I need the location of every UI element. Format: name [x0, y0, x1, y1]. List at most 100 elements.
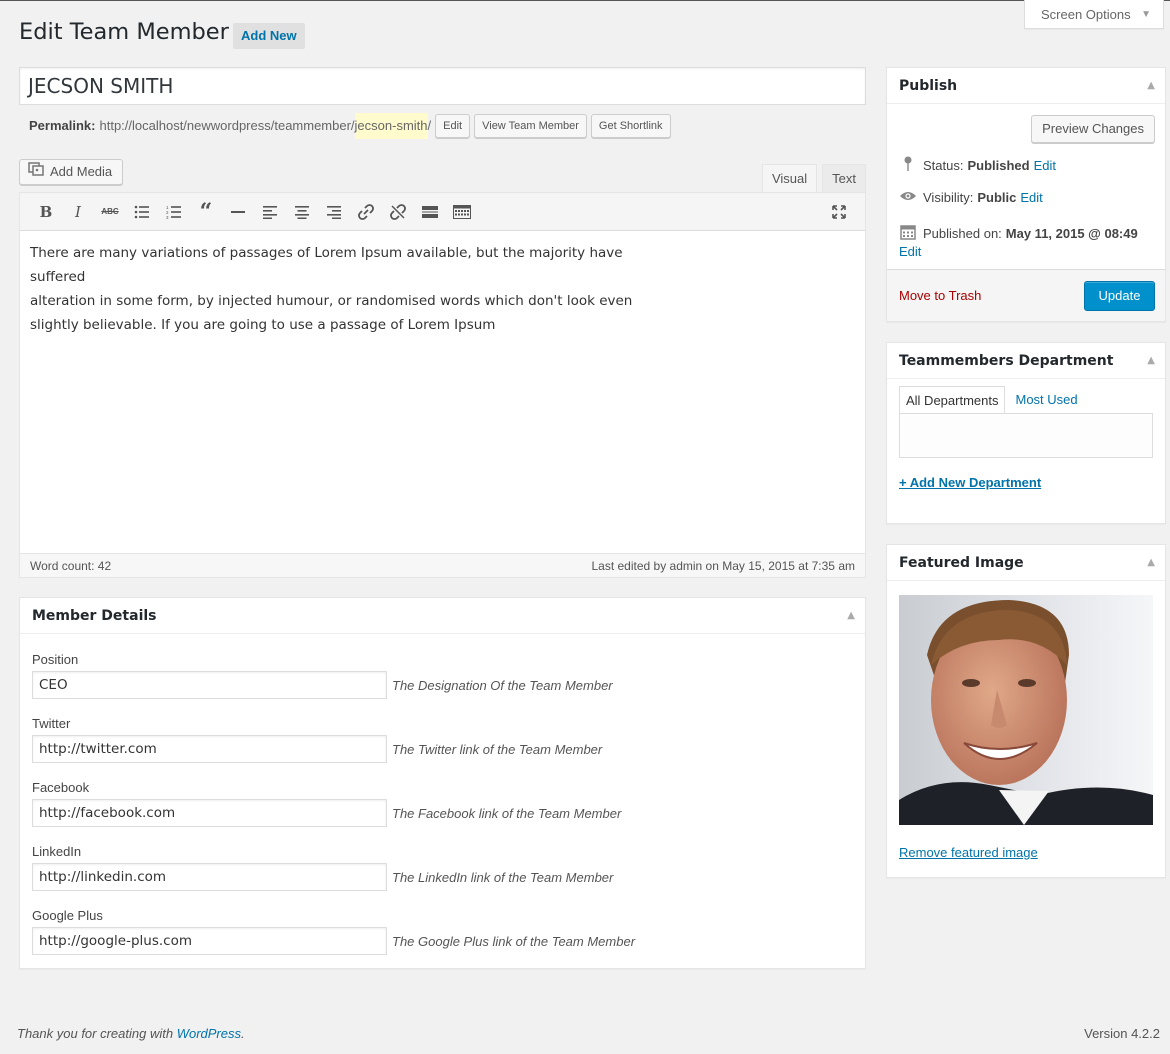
field-label: LinkedIn — [32, 844, 82, 859]
status-value: Published — [967, 158, 1030, 173]
published-edit-link[interactable]: Edit — [899, 244, 921, 259]
add-new-button[interactable]: Add New — [233, 23, 305, 49]
member-details-box: Member Details ▲ Position CEO The Design… — [19, 597, 866, 969]
twitter-input[interactable]: http://twitter.com — [32, 735, 387, 763]
collapse-arrow-icon[interactable]: ▲ — [1147, 343, 1155, 379]
visibility-label: Visibility: — [923, 190, 974, 205]
status-row: Status: Published Edit — [899, 156, 1056, 175]
publish-actions: Move to Trash Update — [887, 269, 1165, 321]
footer-credit: Thank you for creating with WordPress. — [17, 1026, 245, 1041]
field-label: Position — [32, 652, 79, 667]
horizontal-line-icon[interactable] — [222, 198, 254, 226]
published-on-row: Published on: May 11, 2015 @ 08:49 — [899, 224, 1138, 243]
google-plus-input[interactable]: http://google-plus.com — [32, 927, 387, 955]
status-edit-link[interactable]: Edit — [1034, 158, 1056, 173]
add-new-department-link[interactable]: + Add New Department — [899, 475, 1041, 490]
content-line: There are many variations of passages of… — [30, 245, 623, 285]
department-tabs: All Departments Most Used — [899, 386, 1084, 414]
post-title-input[interactable]: JECSON SMITH — [19, 67, 866, 105]
align-left-icon[interactable] — [254, 198, 286, 226]
visibility-value: Public — [977, 190, 1017, 205]
published-label: Published on: — [923, 226, 1002, 241]
eye-icon — [899, 190, 917, 205]
facebook-input[interactable]: http://facebook.com — [32, 799, 387, 827]
wordpress-link[interactable]: WordPress — [177, 1026, 241, 1041]
permalink-row: Permalink: http://localhost/newwordpress… — [29, 113, 671, 139]
collapse-arrow-icon[interactable]: ▲ — [1147, 68, 1155, 104]
featured-image-title: Featured Image — [899, 555, 1024, 571]
fullscreen-icon[interactable] — [823, 198, 855, 226]
permalink-label: Permalink: — [29, 118, 96, 133]
bold-icon[interactable]: B — [30, 198, 62, 226]
screen-options-button[interactable]: Screen Options ▼ — [1024, 0, 1164, 29]
field-description: The Designation Of the Team Member — [392, 677, 613, 693]
footer-thanks-prefix: Thank you for creating with — [17, 1026, 177, 1041]
editor-tabs: Visual Text — [757, 164, 866, 192]
visibility-row: Visibility: Public Edit — [899, 190, 1043, 205]
permalink-base: http://localhost/newwordpress/teammember… — [99, 118, 355, 133]
get-shortlink-button[interactable]: Get Shortlink — [590, 114, 671, 138]
remove-featured-image-link[interactable]: Remove featured image — [899, 845, 1038, 860]
linkedin-field: LinkedIn http://linkedin.com The LinkedI… — [32, 843, 613, 891]
featured-image-header[interactable]: Featured Image ▲ — [887, 545, 1165, 581]
content-editor: B I ABC 123 “ There are many variations … — [19, 192, 866, 578]
read-more-icon[interactable] — [414, 198, 446, 226]
department-box: Teammembers Department ▲ All Departments… — [886, 342, 1166, 524]
tab-text[interactable]: Text — [822, 164, 866, 192]
featured-image-box: Featured Image ▲ Remove featured image — [886, 544, 1166, 878]
move-to-trash-link[interactable]: Move to Trash — [899, 288, 981, 303]
numbered-list-icon[interactable]: 123 — [158, 198, 190, 226]
department-title: Teammembers Department — [899, 353, 1114, 369]
pin-icon — [899, 156, 917, 175]
twitter-field: Twitter http://twitter.com The Twitter l… — [32, 715, 602, 763]
status-label: Status: — [923, 158, 964, 173]
remove-link-icon[interactable] — [382, 198, 414, 226]
position-input[interactable]: CEO — [32, 671, 387, 699]
publish-header[interactable]: Publish ▲ — [887, 68, 1165, 104]
last-edited: Last edited by admin on May 15, 2015 at … — [591, 558, 855, 573]
publish-box: Publish ▲ Preview Changes Status: Publis… — [886, 67, 1166, 322]
field-label: Google Plus — [32, 908, 103, 923]
add-media-label: Add Media — [50, 164, 113, 179]
field-description: The Facebook link of the Team Member — [392, 805, 622, 821]
field-description: The Twitter link of the Team Member — [392, 741, 603, 757]
department-checklist[interactable] — [899, 413, 1153, 458]
editor-toolbar: B I ABC 123 “ — [20, 193, 865, 231]
editor-status-bar: Word count: 42 Last edited by admin on M… — [20, 553, 865, 577]
member-details-header[interactable]: Member Details ▲ — [20, 598, 865, 634]
department-header[interactable]: Teammembers Department ▲ — [887, 343, 1165, 379]
view-team-member-button[interactable]: View Team Member — [474, 114, 587, 138]
word-count: Word count: 42 — [30, 558, 112, 573]
insert-link-icon[interactable] — [350, 198, 382, 226]
position-field: Position CEO The Designation Of the Team… — [32, 651, 613, 699]
tab-all-departments[interactable]: All Departments — [899, 386, 1006, 414]
linkedin-input[interactable]: http://linkedin.com — [32, 863, 387, 891]
collapse-arrow-icon[interactable]: ▲ — [847, 598, 855, 634]
bullet-list-icon[interactable] — [126, 198, 158, 226]
update-button[interactable]: Update — [1084, 281, 1155, 311]
version-text: Version 4.2.2 — [1084, 1026, 1160, 1041]
visibility-edit-link[interactable]: Edit — [1020, 190, 1042, 205]
blockquote-icon[interactable]: “ — [190, 198, 222, 226]
featured-image-photo[interactable] — [899, 595, 1153, 825]
permalink-edit-button[interactable]: Edit — [435, 114, 471, 138]
tab-most-used[interactable]: Most Used — [1005, 386, 1083, 414]
add-media-button[interactable]: Add Media — [19, 159, 123, 185]
member-details-title: Member Details — [32, 608, 157, 624]
collapse-arrow-icon[interactable]: ▲ — [1147, 545, 1155, 581]
editor-content[interactable]: There are many variations of passages of… — [20, 231, 680, 553]
toolbar-toggle-icon[interactable] — [446, 198, 478, 226]
field-description: The Google Plus link of the Team Member — [392, 933, 636, 949]
preview-changes-button[interactable]: Preview Changes — [1031, 115, 1155, 143]
svg-text:3: 3 — [166, 215, 169, 219]
admin-bar-edge — [0, 0, 1170, 1]
field-label: Facebook — [32, 780, 90, 795]
facebook-field: Facebook http://facebook.com The Faceboo… — [32, 779, 621, 827]
strikethrough-icon[interactable]: ABC — [94, 198, 126, 226]
italic-icon[interactable]: I — [62, 198, 94, 226]
align-right-icon[interactable] — [318, 198, 350, 226]
align-center-icon[interactable] — [286, 198, 318, 226]
permalink-trailing: / — [427, 118, 432, 133]
tab-visual[interactable]: Visual — [761, 164, 818, 192]
permalink-slug[interactable]: jecson-smith — [354, 113, 428, 139]
